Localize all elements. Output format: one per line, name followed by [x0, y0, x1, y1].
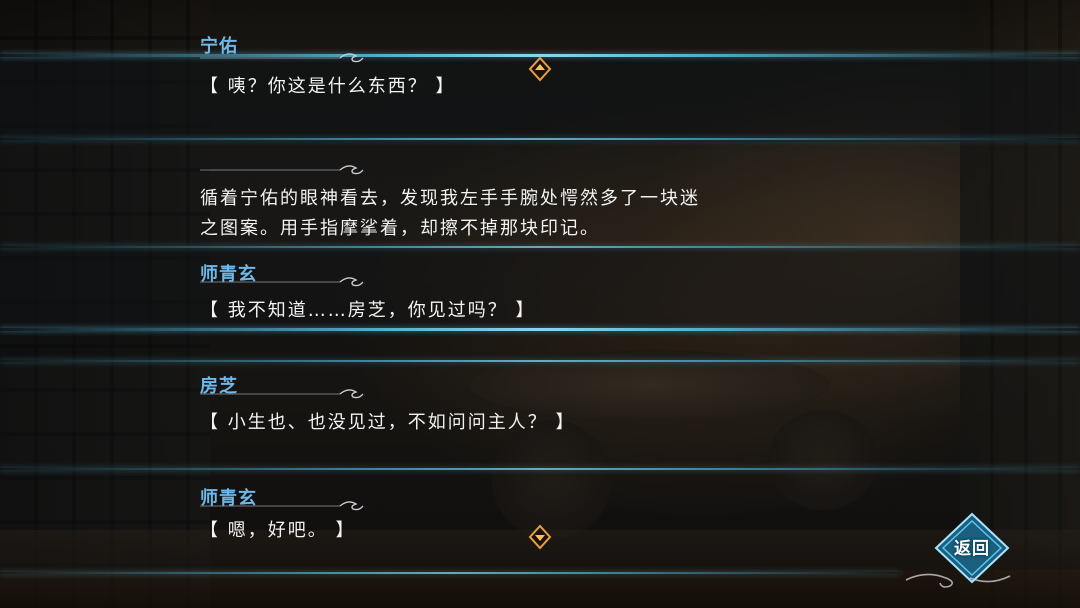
speaker-underline-ornament: [200, 501, 364, 511]
dialog-line: 【 我不知道……房芝，你见过吗？ 】: [200, 300, 536, 321]
dialog-line: 之图案。用手指摩挲着，却擦不掉那块印记。: [200, 218, 600, 239]
swirl-ornament-icon: [905, 573, 1011, 588]
back-button-label: 返回: [954, 539, 990, 559]
speaker-underline-ornament: [200, 53, 364, 63]
dialog-line: 【 小生也、也没见过，不如问问主人？ 】: [200, 412, 576, 433]
up-arrow-icon[interactable]: [527, 56, 553, 82]
dialog-line: 【 嗯，好吧。 】: [200, 520, 356, 541]
speaker-underline-ornament: [200, 277, 364, 287]
separator-line: [0, 246, 1080, 248]
log-entry[interactable]: 师青玄 【 我不知道……房芝，你见过吗？ 】: [200, 258, 820, 328]
dialog-line: 【 咦？你这是什么东西？ 】: [200, 76, 456, 97]
dialog-line: 循着宁佑的眼神看去，发现我左手手腕处愕然多了一块迷: [200, 188, 700, 209]
log-entry[interactable]: 师青玄 【 嗯，好吧。 】: [200, 484, 820, 564]
down-arrow-icon[interactable]: [527, 524, 553, 550]
separator-line: [0, 138, 1080, 140]
backlog-screen: 宁佑 【 咦？你这是什么东西？ 】 循着宁佑的眼神看去，发现我左手手腕处愕然多了…: [0, 0, 1080, 608]
log-entry[interactable]: 循着宁佑的眼神看去，发现我左手手腕处愕然多了一块迷 之图案。用手指摩挲着，却擦不…: [200, 152, 820, 242]
separator-line: [0, 468, 1080, 470]
dialog-band: [0, 330, 1080, 360]
log-entry[interactable]: 房芝 【 小生也、也没见过，不如问问主人？ 】: [200, 372, 820, 462]
separator-line: [0, 572, 900, 574]
separator-line: [0, 328, 1080, 331]
speaker-underline-ornament: [200, 389, 364, 399]
log-entry[interactable]: 【 咦？你这是什么东西？ 】: [200, 36, 820, 136]
separator-line: [0, 360, 1080, 362]
speaker-underline-ornament: [200, 165, 364, 175]
